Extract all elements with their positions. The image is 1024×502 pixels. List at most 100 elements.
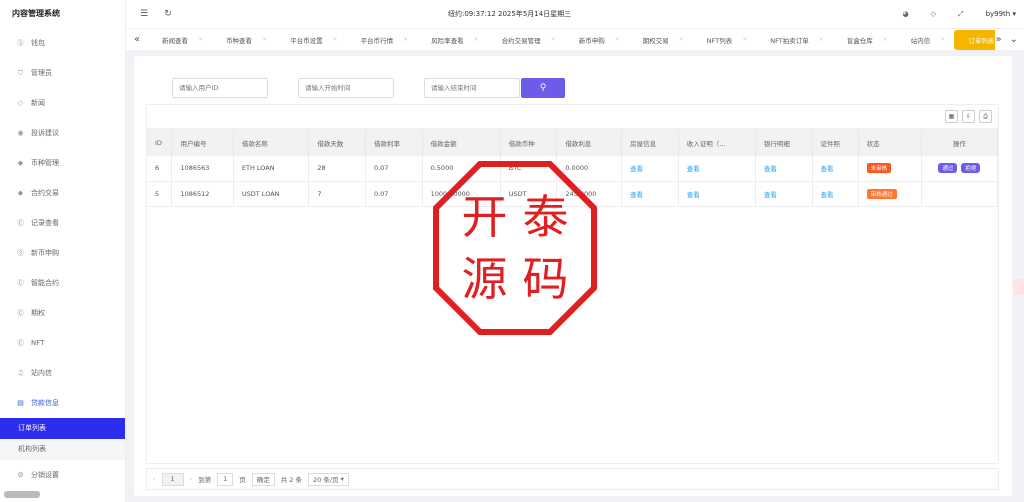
menu-toggle-icon[interactable]: ☰ <box>138 8 150 20</box>
tab[interactable]: 站内信 × <box>897 29 955 51</box>
tab[interactable]: 平台币行情 × <box>347 29 418 51</box>
sidebar-item[interactable]: ⛉ 管理员 <box>0 58 125 88</box>
tab[interactable]: 风险率查看 × <box>417 29 488 51</box>
sidebar-item[interactable]: ◆ 合约交易 <box>0 178 125 208</box>
view-income-link[interactable]: 查看 <box>687 191 700 199</box>
end-time-input[interactable] <box>424 78 520 98</box>
close-icon[interactable]: × <box>883 36 888 43</box>
view-bank-link[interactable]: 查看 <box>764 191 777 199</box>
reject-button[interactable]: 拒绝 <box>961 163 981 174</box>
tab-label: 合约交易管理 <box>501 36 541 45</box>
sidebar-item[interactable]: Ⓒ NFT <box>0 328 125 358</box>
close-icon[interactable]: × <box>474 36 479 43</box>
sidebar: 内容管理系统 Ⓢ 钱包 ⛉ 管理员 ◇ 新闻 ◉ 投诉建议 ◆ 币种管理 ◆ 合约交易 Ⓒ 记录查看 Ⓢ 新币… <box>0 0 126 502</box>
cell-name: ETH LOAN <box>233 156 310 182</box>
tab[interactable]: 新币申购 × <box>565 29 629 51</box>
close-icon[interactable]: × <box>742 36 747 43</box>
cell-idphoto: 查看 <box>812 181 859 207</box>
tab[interactable]: NFT列表 × <box>693 29 757 51</box>
tabs-scroll-right-icon[interactable]: » <box>995 34 1001 45</box>
sidebar-subitem[interactable]: 订单列表 <box>0 418 125 439</box>
sidebar-item-distribution[interactable]: ⚙ 分销设置 <box>0 460 125 490</box>
close-icon[interactable]: × <box>940 36 945 43</box>
close-icon[interactable]: × <box>262 36 267 43</box>
close-icon[interactable]: × <box>615 36 620 43</box>
tab[interactable]: 期权交易 × <box>629 29 693 51</box>
search-button[interactable]: ⚲ <box>521 78 565 98</box>
tab[interactable]: 合约交易管理 × <box>488 29 565 51</box>
user-id-input[interactable] <box>172 78 268 98</box>
close-icon[interactable]: × <box>333 36 338 43</box>
sidebar-item[interactable]: Ⓢ 钱包 <box>0 28 125 58</box>
tabs-menu-chevron-icon[interactable]: ⌄ <box>1010 34 1018 45</box>
stamp-text: 开泰源码 <box>432 160 598 336</box>
view-income-link[interactable]: 查看 <box>687 165 700 173</box>
prev-page-icon[interactable]: ‹ <box>153 475 156 483</box>
circle-c-icon: Ⓒ <box>17 309 24 317</box>
column-header: 借款利息 <box>556 129 623 156</box>
close-icon[interactable]: × <box>198 36 203 43</box>
username: by99th <box>985 10 1011 18</box>
column-header: 借款金额 <box>422 129 501 156</box>
side-float-tab[interactable] <box>1014 279 1024 295</box>
sidebar-item[interactable]: Ⓒ 记录查看 <box>0 208 125 238</box>
start-time-input[interactable] <box>298 78 394 98</box>
page-size-select[interactable]: 20 条/页 ▾ <box>308 472 349 486</box>
tabs-scroll-left-icon[interactable]: « <box>126 34 148 45</box>
tab[interactable]: NFT拍卖订单 × <box>756 29 833 51</box>
sidebar-item[interactable]: ◆ 币种管理 <box>0 148 125 178</box>
eye-icon: ◉ <box>17 129 24 137</box>
tab[interactable]: 订单列表× <box>954 29 996 50</box>
tab[interactable]: 盲盒仓库 × <box>833 29 897 51</box>
search-icon: ⚲ <box>539 83 547 93</box>
view-idphoto-link[interactable]: 查看 <box>821 191 834 199</box>
column-header: 借款名称 <box>233 129 310 156</box>
view-house-link[interactable]: 查看 <box>630 165 643 173</box>
tab-label: 风险率查看 <box>431 36 464 45</box>
sidebar-subitem[interactable]: 机构列表 <box>0 439 125 460</box>
close-icon[interactable]: × <box>403 36 408 43</box>
tab[interactable]: 平台币设置 × <box>276 29 347 51</box>
status-badge: 审核通过 <box>866 188 897 199</box>
current-page[interactable]: 1 <box>161 472 184 486</box>
fullscreen-icon[interactable]: ⤢ <box>958 10 964 19</box>
export-icon[interactable]: ⇩ <box>962 110 975 123</box>
approve-button[interactable]: 通过 <box>938 163 958 174</box>
close-icon[interactable]: × <box>551 36 556 43</box>
close-icon[interactable]: × <box>679 36 684 43</box>
sidebar-item[interactable]: ◉ 投诉建议 <box>0 118 125 148</box>
tag-icon[interactable]: ◇ <box>931 10 936 18</box>
goto-page-input[interactable]: 1 <box>217 472 234 486</box>
columns-icon[interactable]: ▦ <box>945 110 958 123</box>
refresh-icon[interactable]: ↻ <box>162 8 174 20</box>
sidebar-item[interactable]: ◇ 新闻 <box>0 88 125 118</box>
sidebar-item[interactable]: Ⓒ 智能合约 <box>0 268 125 298</box>
sidebar-item[interactable]: ▤ 贷款信息 <box>0 388 125 418</box>
circle-c-icon: Ⓒ <box>17 279 24 287</box>
tab-label: 平台币行情 <box>360 36 394 45</box>
cell-actions <box>921 181 999 207</box>
circle-c-icon: Ⓒ <box>17 339 24 347</box>
theme-icon[interactable]: ◕ <box>902 10 908 18</box>
tab[interactable]: 新闻查看 × <box>148 29 212 51</box>
sidebar-item[interactable]: Ⓢ 新币申购 <box>0 238 125 268</box>
goto-confirm-button[interactable]: 确定 <box>251 472 275 486</box>
sidebar-item[interactable]: Ⓒ 期权 <box>0 298 125 328</box>
table-header-row: ID 用户编号 借款名称 借款天数 借款利率 借款金额 借款币种 借款利息 房屋信息 收入证明（.… <box>147 129 999 156</box>
sidebar-item[interactable]: ♫ 站内信 <box>0 358 125 388</box>
chevron-down-icon: ▾ <box>1012 10 1016 18</box>
view-house-link[interactable]: 查看 <box>630 191 643 199</box>
close-icon[interactable]: × <box>819 36 824 43</box>
stamp-char: 泰 <box>522 190 569 244</box>
tab[interactable]: 币种查看 × <box>212 29 276 51</box>
next-page-icon[interactable]: › <box>190 475 193 483</box>
view-bank-link[interactable]: 查看 <box>764 165 777 173</box>
user-menu[interactable]: by99th ▾ <box>986 10 1016 18</box>
page-size-value: 20 条/页 <box>313 476 339 484</box>
tab-label: 新闻查看 <box>162 36 188 45</box>
sidebar-item-label: 新币申购 <box>31 249 59 257</box>
print-icon[interactable]: ⎙ <box>979 110 992 123</box>
tag-icon: ◇ <box>17 99 24 107</box>
column-header: 状态 <box>858 129 922 156</box>
view-idphoto-link[interactable]: 查看 <box>821 165 834 173</box>
